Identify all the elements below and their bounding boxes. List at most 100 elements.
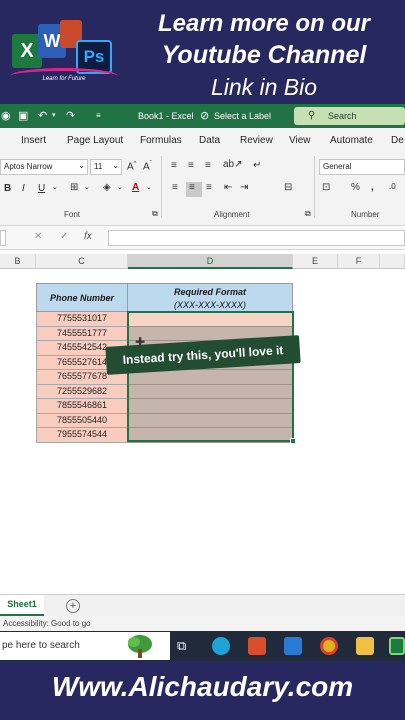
cancel-icon[interactable]: ✕ — [34, 231, 42, 242]
sheet-tab-sheet1[interactable]: Sheet1 — [0, 595, 44, 616]
fill-handle[interactable] — [290, 438, 296, 444]
customize-qat-icon[interactable]: ≡ — [96, 109, 101, 123]
accounting-format-icon[interactable]: ⊡ — [322, 182, 330, 193]
font-color-icon[interactable]: A — [132, 182, 139, 193]
group-label-alignment: Alignment — [214, 210, 250, 219]
add-sheet-button[interactable]: + — [66, 599, 80, 613]
formula-input[interactable] — [108, 230, 405, 246]
phone-number-cell[interactable]: 7455551777 — [36, 326, 128, 341]
search-box[interactable]: ⚲ Search — [294, 107, 405, 125]
required-format-header[interactable]: Required Format (XXX-XXX-XXXX) — [128, 283, 293, 312]
edge-icon[interactable] — [212, 637, 230, 655]
format-cell[interactable] — [128, 312, 293, 327]
windows-taskbar: pe here to search ⧉ — [0, 631, 405, 661]
align-right-icon[interactable]: ≡ — [206, 182, 212, 193]
font-name-select[interactable]: Aptos Narrow ⌄ — [0, 159, 88, 175]
column-header-c[interactable]: C — [36, 254, 128, 269]
align-left-icon[interactable]: ≡ — [172, 182, 178, 193]
ribbon-tabs: Insert Page Layout Formulas Data Review … — [0, 128, 405, 152]
italic-icon[interactable]: I — [22, 183, 25, 194]
alignment-dialog-launcher-icon[interactable]: ⧉ — [305, 209, 311, 219]
column-header-d[interactable]: D — [128, 254, 293, 269]
store-icon[interactable] — [248, 637, 266, 655]
merge-center-icon[interactable]: ⊟ — [284, 182, 292, 193]
phone-number-cell[interactable]: 7955574544 — [36, 428, 128, 443]
orientation-icon[interactable]: ab↗ — [223, 159, 243, 170]
percent-style-icon[interactable]: % — [351, 182, 360, 193]
enter-check-icon[interactable]: ✓ — [60, 231, 68, 242]
select-label-button[interactable]: Select a Label — [214, 111, 271, 121]
name-box[interactable] — [0, 230, 6, 246]
tab-automate[interactable]: Automate — [330, 135, 373, 146]
excel-titlebar: ◉ ▣ ↶ ▾ ↷ ≡ Book1 - Excel ⊘ Select a Lab… — [0, 104, 405, 128]
align-middle-icon[interactable]: ≡ — [188, 160, 194, 171]
borders-dropdown-icon[interactable]: ⌄ — [84, 183, 90, 191]
chrome-icon[interactable] — [320, 637, 338, 655]
column-header-e[interactable]: E — [293, 254, 338, 269]
tab-insert[interactable]: Insert — [21, 135, 46, 146]
ribbon-home: Aptos Narrow ⌄ 11 ⌄ A^ Aˇ B I U ⌄ ⊞ ⌄ ◈ … — [0, 152, 405, 326]
save-icon[interactable]: ▣ — [18, 109, 28, 123]
search-placeholder: Search — [328, 111, 357, 121]
comma-style-icon[interactable]: , — [371, 182, 374, 193]
bold-icon[interactable]: B — [4, 183, 11, 194]
banner-line-2: Youtube Channel — [161, 41, 367, 69]
mail-icon[interactable] — [284, 637, 302, 655]
borders-icon[interactable]: ⊞ — [70, 182, 78, 193]
font-size-select[interactable]: 11 ⌄ — [90, 159, 122, 175]
tab-view[interactable]: View — [289, 135, 311, 146]
phone-number-cell[interactable]: 7855546861 — [36, 399, 128, 414]
increase-decimal-icon[interactable]: .0 — [389, 182, 396, 191]
phone-number-cell[interactable]: 7255529682 — [36, 384, 128, 399]
footer-banner: Www.Alichaudary.com — [0, 661, 405, 720]
autosave-toggle-icon[interactable]: ◉ — [1, 109, 11, 123]
font-color-dropdown-icon[interactable]: ⌄ — [146, 183, 152, 191]
tab-review[interactable]: Review — [240, 135, 273, 146]
group-label-number: Number — [351, 210, 380, 219]
accessibility-status[interactable]: Accessibility: Good to go — [3, 619, 91, 628]
tab-page-layout[interactable]: Page Layout — [67, 135, 123, 146]
underline-icon[interactable]: U — [38, 183, 45, 194]
increase-font-size-icon[interactable]: A^ — [127, 161, 137, 172]
fill-dropdown-icon[interactable]: ⌄ — [117, 183, 123, 191]
column-header-g[interactable] — [380, 254, 405, 269]
chevron-down-icon: ⌄ — [112, 161, 119, 170]
task-view-icon[interactable]: ⧉ — [177, 637, 195, 655]
column-header-f[interactable]: F — [338, 254, 380, 269]
undo-icon[interactable]: ↶ — [38, 109, 47, 123]
undo-dropdown-icon[interactable]: ▾ — [52, 109, 56, 123]
excel-taskbar-icon[interactable] — [389, 637, 405, 655]
format-cell[interactable] — [128, 413, 293, 428]
number-format-select[interactable]: General — [319, 159, 405, 175]
tab-developer[interactable]: De — [391, 135, 404, 146]
decrease-indent-icon[interactable]: ⇤ — [224, 182, 232, 193]
fill-color-icon[interactable]: ◈ — [103, 182, 111, 193]
align-center-icon[interactable]: ≡ — [189, 182, 195, 193]
decrease-font-size-icon[interactable]: Aˇ — [143, 161, 152, 172]
phone-number-cell[interactable]: 7755531017 — [36, 312, 128, 327]
banner-line-3: Link in Bio — [210, 74, 318, 100]
sensitivity-label-icon[interactable]: ⊘ — [200, 109, 209, 123]
tab-formulas[interactable]: Formulas — [140, 135, 182, 146]
underline-dropdown-icon[interactable]: ⌄ — [52, 183, 58, 191]
column-header-b[interactable]: B — [0, 254, 36, 269]
insert-function-icon[interactable]: fx — [84, 231, 92, 242]
tab-data[interactable]: Data — [199, 135, 220, 146]
number-format-value: General — [323, 162, 352, 171]
format-cell[interactable] — [128, 370, 293, 385]
file-explorer-icon[interactable] — [356, 637, 374, 655]
banner-line-1: Learn more on our — [157, 10, 371, 37]
increase-indent-icon[interactable]: ⇥ — [240, 182, 248, 193]
required-format-title: Required Format — [173, 287, 246, 297]
format-cell[interactable] — [128, 399, 293, 414]
align-top-icon[interactable]: ≡ — [171, 160, 177, 171]
redo-icon[interactable]: ↷ — [66, 109, 75, 123]
wrap-text-icon[interactable]: ↵ — [253, 160, 261, 171]
phone-number-cell[interactable]: 7855505440 — [36, 413, 128, 428]
format-cell[interactable] — [128, 384, 293, 399]
font-dialog-launcher-icon[interactable]: ⧉ — [152, 209, 158, 219]
align-bottom-icon[interactable]: ≡ — [205, 160, 211, 171]
group-label-font: Font — [64, 210, 81, 219]
format-cell[interactable] — [128, 428, 293, 443]
phone-number-header[interactable]: Phone Number — [36, 283, 128, 312]
